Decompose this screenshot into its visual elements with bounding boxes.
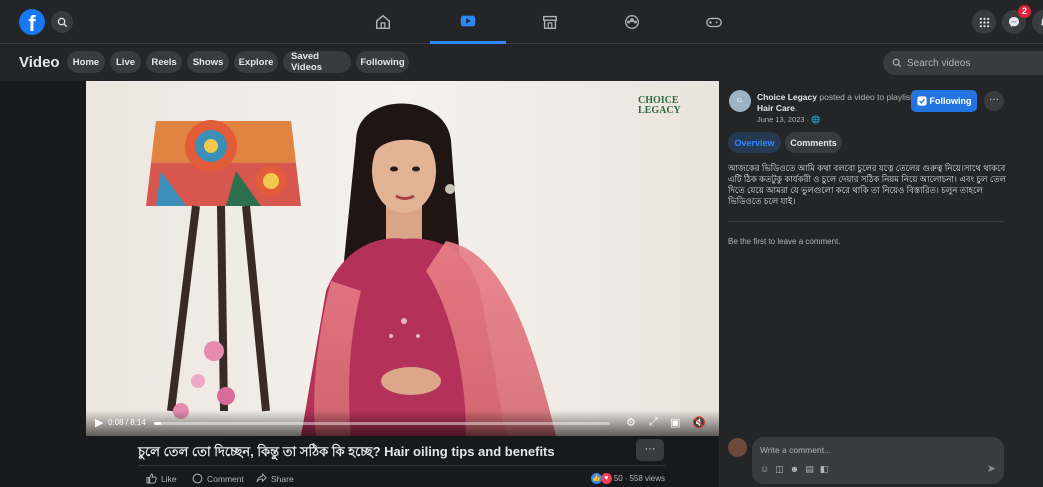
marketplace-icon — [543, 15, 557, 29]
comment-tools: ☺ ◫ ☻ ▤ ◧ — [760, 464, 828, 475]
notifications-bell-icon[interactable] — [1032, 10, 1043, 34]
video-icon — [460, 15, 476, 26]
home-icon — [375, 14, 391, 30]
empty-comments-text: Be the first to leave a comment. — [728, 237, 841, 246]
divider — [728, 221, 1004, 222]
video-description: আজকের ভিডিওতে আমি কথা বলবো চুলের যত্নে ত… — [728, 163, 1006, 206]
share-button[interactable]: Share — [256, 473, 294, 484]
pill-explore[interactable]: Explore — [234, 51, 278, 73]
settings-gear-icon[interactable]: ⚙ — [626, 416, 636, 429]
player-controls: ▶ 0:08 / 8:14 ⚙ ⤢ ▣ 🔇 — [86, 410, 719, 436]
following-check-icon — [916, 96, 927, 106]
video-more-button[interactable]: ··· — [636, 439, 664, 461]
emoji-icon[interactable]: ☻ — [790, 464, 799, 475]
messenger-icon — [1009, 17, 1019, 27]
comment-placeholder: Write a comment... — [760, 445, 832, 455]
like-label: Like — [161, 473, 177, 484]
post-header: Choice Legacy posted a video to playlist… — [757, 92, 913, 113]
tab-home[interactable] — [345, 0, 421, 44]
page-name[interactable]: Choice Legacy — [757, 92, 817, 102]
share-arrow-icon — [256, 473, 267, 483]
playlist-name[interactable]: Hair Care — [757, 103, 795, 113]
tab-groups[interactable] — [594, 0, 670, 44]
reaction-summary[interactable]: 👍 ♥ 50 · 558 views — [590, 473, 665, 484]
fullscreen-expand-icon[interactable]: ⤢ — [649, 416, 658, 429]
video-frame — [86, 81, 719, 436]
gaming-icon — [706, 17, 722, 28]
share-label: Share — [271, 473, 294, 484]
notification-badge: 2 — [1018, 5, 1031, 18]
top-bar: f 2 — [0, 0, 1043, 44]
video-sidebar: CL Choice Legacy posted a video to playl… — [719, 81, 1043, 487]
progress-bar[interactable] — [154, 422, 610, 425]
video-actions: Like Comment Share 👍 ♥ 50 · 558 views — [138, 465, 665, 487]
comment-input[interactable]: Write a comment... ☺ ◫ ☻ ▤ ◧ ➤ — [752, 437, 1004, 484]
globe-icon: 🌐 — [811, 115, 821, 124]
page-avatar[interactable]: CL — [729, 90, 751, 112]
pill-live[interactable]: Live — [110, 51, 141, 73]
mute-speaker-icon[interactable]: 🔇 — [692, 416, 706, 429]
pill-shows[interactable]: Shows — [187, 51, 229, 73]
play-icon[interactable]: ▶ — [95, 416, 103, 429]
pill-reels[interactable]: Reels — [146, 51, 182, 73]
like-button[interactable]: Like — [146, 473, 177, 484]
posted-text: posted a video to playlist — [819, 92, 913, 102]
send-icon[interactable]: ➤ — [987, 462, 996, 475]
search-placeholder: Search videos — [907, 57, 971, 69]
facebook-logo[interactable]: f — [19, 9, 45, 35]
picture-in-picture-icon[interactable]: ▣ — [670, 416, 680, 429]
search-icon — [892, 58, 902, 68]
tab-comments[interactable]: Comments — [785, 132, 842, 153]
comment-label: Comment — [207, 473, 244, 484]
groups-icon — [625, 15, 639, 29]
post-date-text: June 13, 2023 · — [757, 115, 810, 124]
video-header: Video Home Live Reels Shows Explore Save… — [0, 44, 1043, 81]
pill-following[interactable]: Following — [356, 51, 409, 73]
view-count: 558 views — [629, 474, 665, 483]
following-label: Following — [929, 96, 972, 106]
user-avatar[interactable] — [728, 438, 747, 457]
love-reaction-icon: ♥ — [600, 473, 612, 484]
comment-bubble-icon — [192, 473, 203, 484]
tab-marketplace[interactable] — [512, 0, 588, 44]
tab-gaming[interactable] — [676, 0, 752, 44]
video-player[interactable]: CHOICE LEGACY ▶ 0:08 / 8:14 ⚙ ⤢ ▣ 🔇 — [86, 81, 719, 436]
avatar-sticker-icon[interactable]: ☺ — [760, 464, 769, 475]
search-icon[interactable] — [51, 11, 73, 33]
gif-icon[interactable]: ▤ — [805, 464, 814, 475]
tab-overview[interactable]: Overview — [728, 132, 781, 153]
reaction-count: 50 — [613, 474, 623, 483]
video-title: চুলে তেল তো দিচ্ছেন, কিন্তু তা সঠিক কি হ… — [138, 444, 555, 459]
watermark-text: CHOICE LEGACY — [638, 95, 681, 116]
search-videos-input[interactable]: Search videos — [883, 51, 1043, 75]
progress-fill — [154, 422, 162, 425]
thumbs-up-icon — [146, 473, 157, 484]
sidebar-more-button[interactable]: ··· — [984, 91, 1004, 111]
pill-saved-videos[interactable]: Saved Videos — [283, 51, 351, 73]
messenger-button[interactable]: 2 — [1002, 5, 1031, 34]
camera-icon[interactable]: ◫ — [775, 464, 784, 475]
tab-video[interactable] — [430, 0, 506, 44]
video-time: 0:08 / 8:14 — [108, 418, 146, 427]
watermark-logo: CHOICE LEGACY — [638, 96, 719, 116]
pill-home[interactable]: Home — [67, 51, 105, 73]
sticker-icon[interactable]: ◧ — [820, 464, 829, 475]
post-date[interactable]: June 13, 2023 · 🌐 — [757, 115, 821, 124]
following-button[interactable]: Following — [911, 90, 977, 112]
page-title: Video — [19, 54, 60, 71]
comment-button[interactable]: Comment — [192, 473, 244, 484]
menu-grid-icon[interactable] — [972, 10, 996, 34]
